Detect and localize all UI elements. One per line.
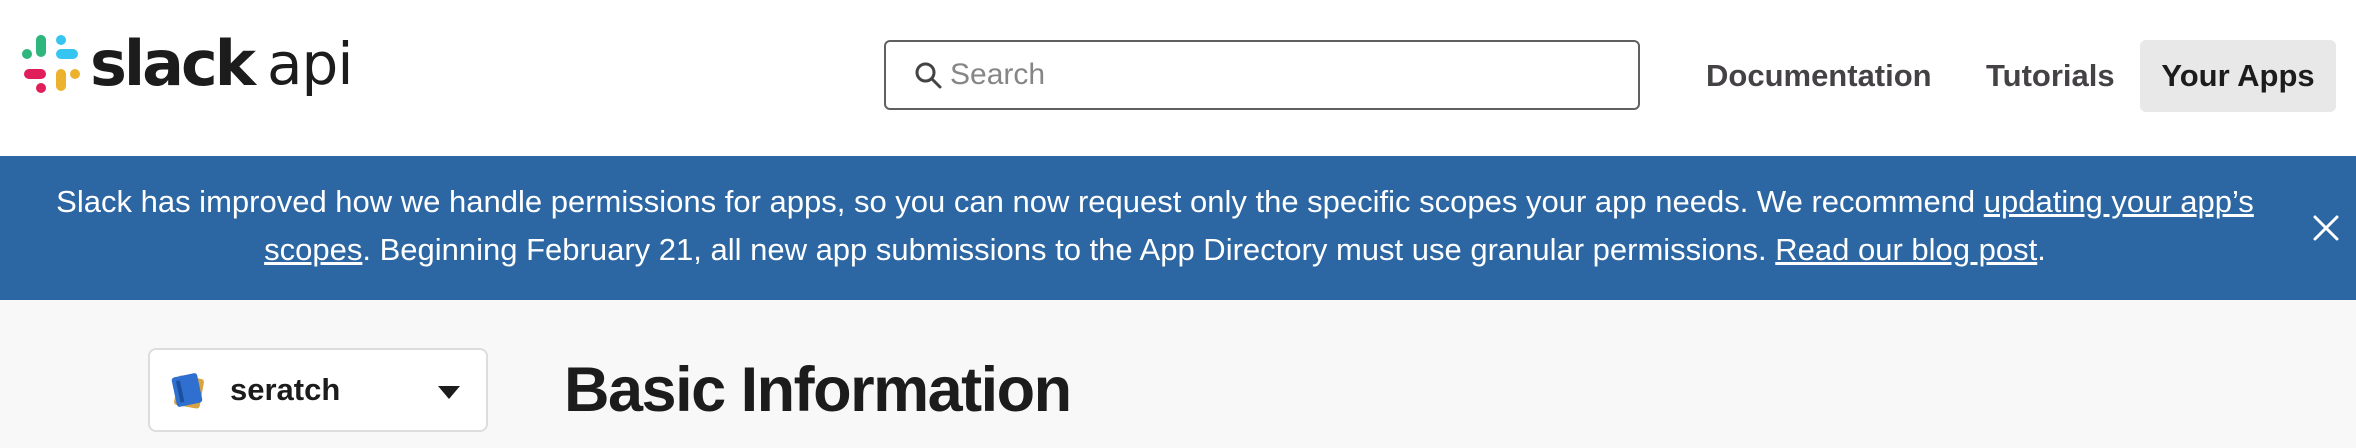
logo-suffix: api bbox=[266, 30, 353, 98]
caret-down-icon bbox=[438, 386, 460, 399]
app-name: seratch bbox=[230, 372, 341, 407]
blue-notebook-icon bbox=[171, 373, 204, 409]
page-title: Basic Information bbox=[564, 355, 1072, 425]
app-selector[interactable]: seratch bbox=[148, 348, 488, 432]
top-header: slack api Documentation Tutorials Your A… bbox=[0, 0, 2356, 156]
banner-message: Slack has improved how we handle permiss… bbox=[20, 178, 2290, 274]
banner-text-2: . Beginning February 21, all new app sub… bbox=[362, 232, 1776, 267]
search-input[interactable] bbox=[950, 58, 1610, 92]
banner-text-3: . bbox=[2037, 232, 2046, 267]
slack-logo-icon bbox=[22, 35, 80, 93]
nav-your-apps[interactable]: Your Apps bbox=[2140, 40, 2336, 112]
blog-post-link[interactable]: Read our blog post bbox=[1775, 232, 2037, 267]
banner-text-1: Slack has improved how we handle permiss… bbox=[56, 184, 1984, 219]
nav-documentation[interactable]: Documentation bbox=[1706, 40, 1932, 112]
logo-wordmark: slack bbox=[90, 27, 256, 100]
slack-api-logo[interactable]: slack api bbox=[22, 27, 353, 100]
search-box[interactable] bbox=[884, 40, 1640, 110]
search-icon bbox=[914, 61, 942, 89]
close-icon[interactable] bbox=[2310, 212, 2342, 244]
permissions-banner: Slack has improved how we handle permiss… bbox=[0, 156, 2356, 300]
nav-tutorials[interactable]: Tutorials bbox=[1986, 40, 2115, 112]
